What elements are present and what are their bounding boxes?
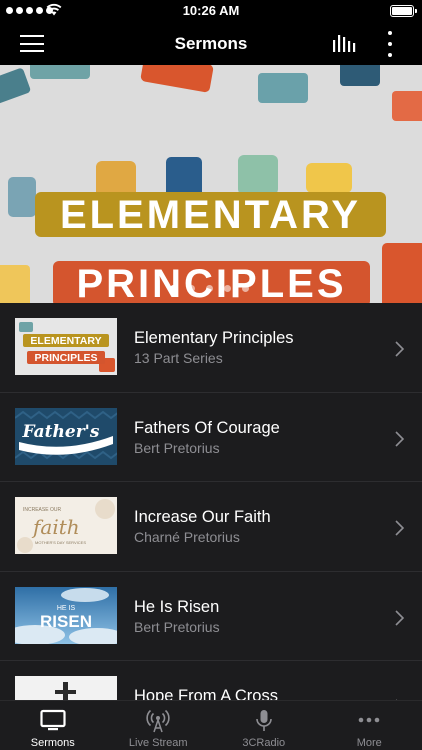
page-title: Sermons	[174, 34, 248, 53]
sermon-title: Fathers Of Courage	[134, 418, 280, 437]
banner-title-line1: ELEMENTARY	[35, 192, 386, 237]
microphone-icon	[255, 710, 272, 731]
status-bar: 10:26 AM	[0, 0, 422, 22]
thumb-text-line2: PRINCIPLES	[34, 352, 97, 364]
sermon-subtitle: Bert Pretorius	[134, 439, 220, 456]
tab-label: More	[356, 737, 382, 749]
page-dot[interactable]	[242, 285, 249, 292]
sermon-subtitle: Charné Pretorius	[134, 529, 240, 545]
sermon-title: Increase Our Faith	[134, 508, 271, 526]
sermon-list: ELEMENTARY PRINCIPLES Elementary Princip…	[0, 303, 422, 700]
nav-bar: Sermons	[0, 22, 422, 65]
thumb-text-line2: faith	[31, 515, 80, 539]
tv-icon	[40, 709, 66, 731]
sermon-title: He Is Risen	[134, 597, 220, 616]
tab-label: 3CRadio	[242, 737, 286, 749]
audio-bars-icon[interactable]	[333, 33, 356, 52]
sermon-subtitle: Bert Pretorius	[134, 618, 220, 635]
sermon-row-elementary-principles[interactable]: ELEMENTARY PRINCIPLES Elementary Princip…	[0, 303, 422, 393]
featured-banner[interactable]: ELEMENTARY PRINCIPLES	[0, 65, 422, 303]
banner-title-line2: PRINCIPLES	[53, 261, 370, 303]
sermon-thumbnail: INCREASE OUR faith MOTHER'S DAY SERVICES	[15, 497, 117, 554]
sermon-thumbnail: Father's	[15, 407, 117, 465]
chevron-right-icon	[395, 609, 404, 626]
tab-bar: Sermons Live Stream 3CRadio More	[0, 700, 422, 750]
thumb-text-line1: HE IS	[57, 605, 76, 612]
sermon-thumbnail: HE IS RISEN	[15, 586, 117, 644]
sermon-row-he-is-risen[interactable]: HE IS RISEN He Is Risen Bert Pretorius	[0, 572, 422, 661]
sermon-subtitle: 13 Part Series	[134, 350, 223, 366]
page-dot[interactable]	[206, 285, 213, 292]
tab-label: Live Stream	[128, 737, 188, 749]
battery-icon	[390, 5, 417, 17]
tab-label: Sermons	[30, 737, 75, 749]
page-dot[interactable]	[224, 285, 231, 292]
thumb-text-line1: Father's	[22, 422, 100, 442]
thumb-text-line3: MOTHER'S DAY SERVICES	[35, 540, 86, 545]
chevron-right-icon	[395, 520, 404, 536]
chevron-right-icon	[395, 341, 404, 357]
thumb-text-line2: RISEN	[40, 612, 92, 631]
sermon-row-fathers-of-courage[interactable]: Father's Fathers Of Courage Bert Pretori…	[0, 393, 422, 482]
tab-3cradio[interactable]: 3CRadio	[211, 701, 317, 750]
tab-live-stream[interactable]: Live Stream	[106, 701, 212, 750]
broadcast-icon	[146, 709, 170, 733]
tab-more[interactable]: More	[317, 701, 422, 750]
sermon-row-hope-from-a-cross[interactable]: Hope From A Cross	[0, 661, 422, 700]
sermon-title: Elementary Principles	[134, 329, 294, 347]
sermon-row-increase-our-faith[interactable]: INCREASE OUR faith MOTHER'S DAY SERVICES…	[0, 482, 422, 572]
thumb-text-line1: ELEMENTARY	[30, 335, 101, 347]
thumb-text-line1: INCREASE OUR	[23, 507, 61, 513]
status-time: 10:26 AM	[182, 3, 240, 18]
sermon-thumbnail: ELEMENTARY PRINCIPLES	[15, 318, 117, 375]
sermon-thumbnail	[15, 676, 117, 700]
tab-sermons[interactable]: Sermons	[0, 701, 106, 750]
sermon-title: Hope From A Cross	[134, 687, 278, 700]
chevron-right-icon	[395, 430, 404, 447]
banner-page-indicator	[170, 285, 249, 292]
page-dot[interactable]	[188, 285, 195, 292]
page-dot[interactable]	[170, 285, 177, 292]
more-options-icon[interactable]	[382, 31, 398, 57]
more-dots-icon	[358, 717, 380, 723]
